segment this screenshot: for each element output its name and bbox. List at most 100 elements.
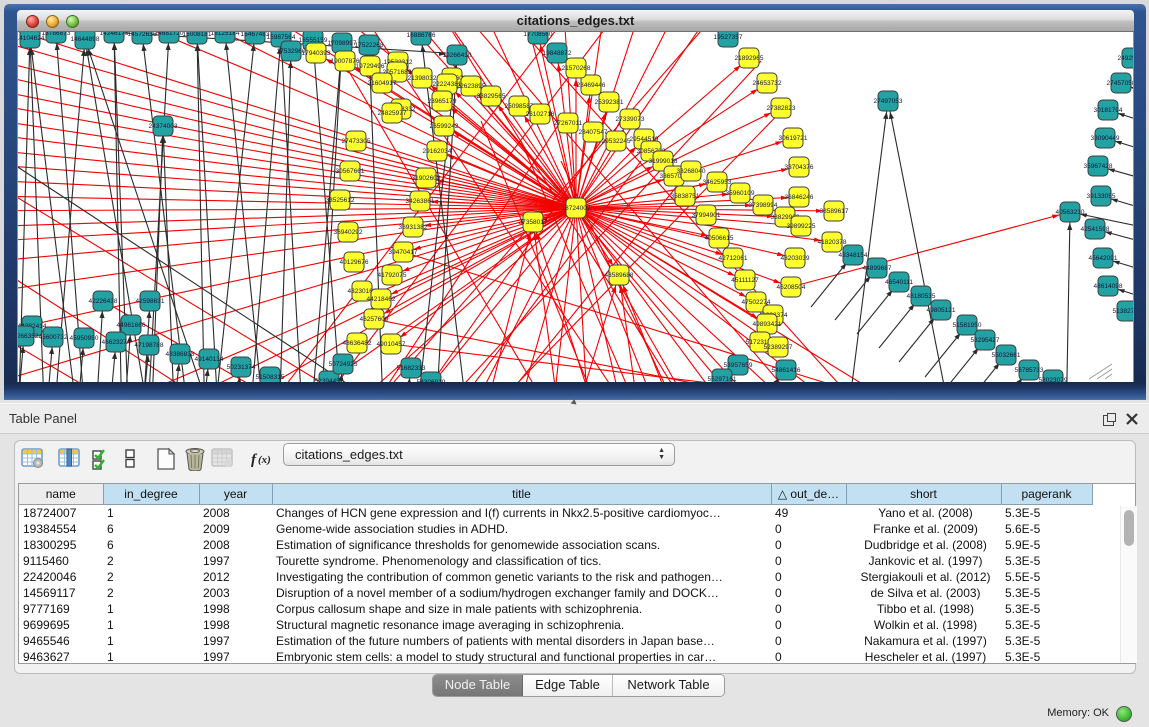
svg-text:48180535: 48180535: [907, 293, 936, 300]
svg-text:35967428: 35967428: [1084, 163, 1113, 170]
svg-text:49140134: 49140134: [195, 356, 224, 363]
svg-text:26599242: 26599242: [430, 123, 459, 130]
svg-text:(x): (x): [258, 454, 271, 466]
svg-text:23469446: 23469446: [577, 82, 606, 89]
svg-text:15008181: 15008181: [183, 32, 212, 38]
svg-text:18724007: 18724007: [562, 205, 591, 212]
svg-text:48636482: 48636482: [343, 340, 372, 347]
svg-text:45642091: 45642091: [1089, 255, 1118, 262]
svg-text:25392381: 25392381: [595, 99, 624, 106]
svg-text:40129676: 40129676: [340, 259, 369, 266]
svg-text:53957659: 53957659: [724, 362, 753, 369]
svg-text:46540111: 46540111: [885, 279, 913, 286]
svg-text:15987564: 15987564: [267, 34, 296, 41]
svg-text:45600732: 45600732: [39, 334, 68, 341]
svg-text:52394452: 52394452: [315, 378, 344, 382]
svg-text:26102718: 26102718: [526, 111, 555, 118]
svg-text:24825977: 24825977: [378, 110, 407, 117]
svg-text:15125184: 15125184: [211, 32, 240, 37]
svg-text:44961666: 44961666: [117, 322, 146, 329]
svg-text:36931382: 36931382: [399, 224, 428, 231]
svg-text:49805121: 49805121: [927, 307, 956, 314]
svg-text:19848872: 19848872: [543, 50, 572, 57]
svg-text:33704376: 33704376: [785, 164, 814, 171]
svg-text:19729496: 19729496: [356, 63, 385, 70]
svg-text:28407547: 28407547: [579, 129, 608, 136]
svg-text:56785733: 56785733: [1015, 367, 1044, 374]
svg-text:33090449: 33090449: [1091, 135, 1120, 142]
svg-text:42541598: 42541598: [1081, 226, 1110, 233]
svg-text:49893421: 49893421: [753, 321, 782, 328]
svg-text:44218462: 44218462: [367, 296, 396, 303]
svg-text:30619721: 30619721: [779, 135, 808, 142]
svg-text:21570268: 21570268: [562, 65, 591, 72]
svg-text:14681720: 14681720: [155, 32, 184, 37]
svg-text:44899687: 44899687: [863, 265, 892, 272]
svg-text:34625953: 34625953: [703, 179, 732, 186]
svg-text:23829565: 23829565: [477, 93, 506, 100]
svg-text:19527357: 19527357: [714, 34, 743, 41]
svg-text:55032661: 55032661: [992, 352, 1021, 359]
svg-text:29162034: 29162034: [423, 148, 452, 155]
svg-text:37398994: 37398994: [749, 202, 778, 209]
svg-text:35960109: 35960109: [726, 190, 755, 197]
svg-text:47198788: 47198788: [135, 342, 164, 349]
svg-text:45266352: 45266352: [18, 333, 39, 340]
svg-text:27473305: 27473305: [342, 138, 371, 145]
svg-text:19266430: 19266430: [443, 52, 472, 59]
svg-text:43589688: 43589688: [605, 272, 634, 279]
svg-text:42226438: 42226438: [89, 298, 118, 305]
svg-text:40563230: 40563230: [1056, 209, 1085, 216]
svg-text:43348154: 43348154: [839, 252, 868, 259]
svg-text:33525612: 33525612: [326, 197, 355, 204]
svg-text:46257609: 46257609: [360, 316, 389, 323]
svg-text:36940292: 36940292: [334, 229, 363, 236]
svg-text:46208504: 46208504: [777, 284, 806, 291]
svg-text:13786873: 13786873: [42, 32, 71, 37]
svg-text:41792075: 41792075: [378, 272, 407, 279]
svg-text:40506615: 40506615: [705, 235, 734, 242]
svg-text:27339073: 27339073: [616, 116, 645, 123]
svg-text:37358017: 37358017: [519, 219, 548, 226]
svg-text:f: f: [251, 452, 258, 468]
svg-text:14246175: 14246175: [100, 32, 129, 37]
svg-text:23965179: 23965179: [428, 98, 457, 105]
svg-text:39899225: 39899225: [787, 223, 816, 230]
svg-text:37994901: 37994901: [692, 212, 721, 219]
svg-text:25098587: 25098587: [505, 103, 534, 110]
svg-text:33268040: 33268040: [677, 168, 706, 175]
svg-text:48614098: 48614098: [1094, 283, 1123, 290]
svg-text:21604917: 21604917: [368, 80, 397, 87]
svg-text:30567661: 30567661: [336, 168, 365, 175]
svg-text:46623274: 46623274: [102, 339, 131, 346]
svg-text:17522268: 17522268: [355, 42, 384, 49]
svg-text:31999018: 31999018: [649, 158, 678, 165]
svg-text:51581950: 51581950: [953, 322, 982, 329]
svg-text:53295427: 53295427: [971, 337, 1000, 344]
svg-text:35838751: 35838751: [671, 193, 700, 200]
svg-text:51508315: 51508315: [256, 374, 285, 381]
svg-text:27497053: 27497053: [874, 98, 903, 105]
svg-text:17708560: 17708560: [524, 32, 553, 38]
svg-text:39133055: 39133055: [1087, 193, 1116, 200]
svg-text:48386838: 48386838: [166, 351, 195, 358]
svg-text:52389297: 52389297: [764, 344, 793, 351]
svg-text:24374003: 24374003: [149, 123, 178, 130]
svg-text:21892965: 21892965: [735, 55, 764, 62]
svg-text:41820378: 41820378: [818, 239, 847, 246]
svg-text:27267011: 27267011: [554, 120, 583, 127]
svg-text:50724925: 50724925: [329, 361, 358, 368]
svg-text:30181794: 30181794: [1094, 107, 1123, 114]
svg-text:15467483: 15467483: [241, 32, 270, 38]
svg-text:51682333: 51682333: [397, 365, 426, 372]
svg-text:45950950: 45950950: [70, 335, 99, 342]
svg-text:16886766: 16886766: [407, 32, 436, 39]
svg-text:51382784: 51382784: [1113, 308, 1134, 315]
svg-text:29532245: 29532245: [602, 138, 631, 145]
svg-text:39470417: 39470417: [389, 249, 418, 256]
svg-text:42598631: 42598631: [136, 298, 165, 305]
svg-text:14644898: 14644898: [71, 36, 100, 43]
svg-text:27382823: 27382823: [767, 105, 796, 112]
svg-text:54861416: 54861416: [772, 367, 801, 374]
svg-text:53306919: 53306919: [417, 379, 446, 382]
